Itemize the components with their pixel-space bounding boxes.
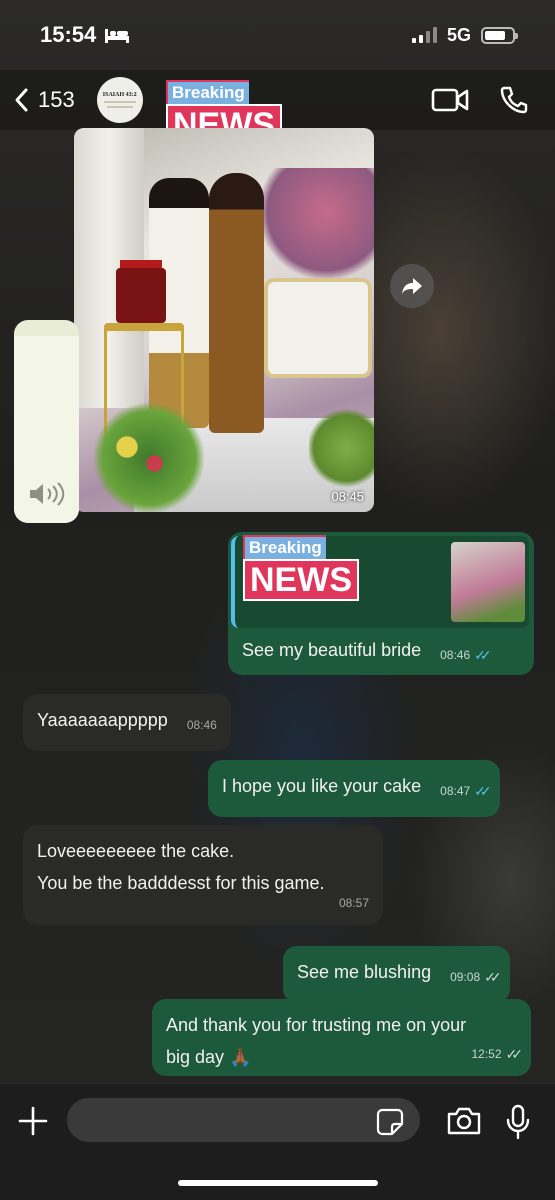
forward-icon [402,278,422,294]
video-call-icon[interactable] [431,87,469,113]
delivered-ticks-icon: ✓✓ [505,1046,524,1062]
message-meta: 08:47 ✓✓ [440,775,492,807]
header-actions [431,85,543,115]
message-meta: 08:46 ✓✓ [440,639,492,671]
message-input[interactable] [67,1098,420,1142]
message-time: 08:46 [440,648,471,662]
photo-flowers [94,403,204,512]
avatar-line [103,101,136,103]
message-line: You be the badddesst for this game. [37,873,325,893]
breaking-label: Breaking [166,80,249,104]
back-button[interactable]: 153 [12,87,75,113]
signal-icon [411,27,437,43]
speaker-icon [30,482,65,506]
message-text: See my beautiful bride [242,640,422,660]
photo-sofa [264,278,372,378]
microphone-icon[interactable] [505,1104,531,1140]
avatar[interactable]: ISAIAH 43:2 [96,77,143,123]
breaking-label: Breaking [243,535,326,559]
status-bar: 15:54 5G [0,0,555,70]
message-time: 08:45 [331,489,364,504]
camera-icon[interactable] [446,1106,482,1136]
message-text: I hope you like your cake [222,776,422,796]
message-line: Loveeeeeeeee the cake. [37,841,235,861]
message-time: 08:57 [338,896,369,910]
battery-icon [481,26,518,44]
photo-message[interactable]: 08:45 [74,128,374,512]
chevron-left-icon [15,88,28,112]
volume-slider[interactable] [14,320,79,523]
breaking-news-overlay-reply: Breaking NEWS [243,535,359,601]
delivered-ticks-icon: ✓✓ [484,969,502,985]
sticker-icon[interactable] [376,1108,404,1136]
read-ticks-icon: ✓✓ [474,647,492,663]
network-type: 5G [446,24,471,45]
forward-button[interactable] [390,264,434,308]
avatar-line [106,106,133,108]
message-incoming[interactable]: Loveeeeeeeee the cake. You be the baddde… [23,825,383,925]
message-time: 12:52 [471,1047,502,1061]
message-time: 08:47 [440,784,471,798]
message-outgoing[interactable]: And thank you for trusting me on your bi… [152,999,531,1076]
message-meta: 12:52 ✓✓ [471,1038,524,1070]
message-time: 08:46 [186,718,217,732]
message-text: See me blushing [297,962,432,982]
message-incoming[interactable]: Yaaaaaaappppp 08:46 [23,694,231,751]
plus-icon[interactable] [16,1104,50,1138]
avatar-title: ISAIAH 43:2 [102,92,137,98]
home-indicator[interactable] [178,1180,378,1186]
photo-floral-backdrop [254,168,374,278]
news-label: NEWS [243,559,359,601]
message-line: And thank you for trusting me on your [166,1015,467,1035]
message-meta: 08:57 [339,887,369,919]
status-time-group: 15:54 [40,22,130,48]
photo-cake [116,268,166,323]
message-meta: 08:46 [187,709,217,741]
read-ticks-icon: ✓✓ [474,783,492,799]
status-time: 15:54 [40,22,97,47]
photo-flowers-right [309,408,374,488]
message-outgoing[interactable]: See me blushing 09:08 ✓✓ [283,946,510,1003]
message-meta: 09:08 ✓✓ [450,961,502,993]
message-outgoing[interactable]: I hope you like your cake 08:47 ✓✓ [208,760,500,817]
message-time: 09:08 [450,970,481,984]
photo-bride [209,173,264,433]
unread-count: 153 [38,87,75,112]
quoted-thumbnail [451,542,525,622]
battery-level [485,30,505,40]
status-right: 5G [411,24,518,46]
message-line: big day 🙏🏾 [166,1047,252,1067]
message-text-row: See my beautiful bride 08:46 ✓✓ [242,634,492,671]
bed-icon [105,29,130,43]
phone-icon[interactable] [499,85,529,115]
message-text: Yaaaaaaappppp [37,710,168,730]
